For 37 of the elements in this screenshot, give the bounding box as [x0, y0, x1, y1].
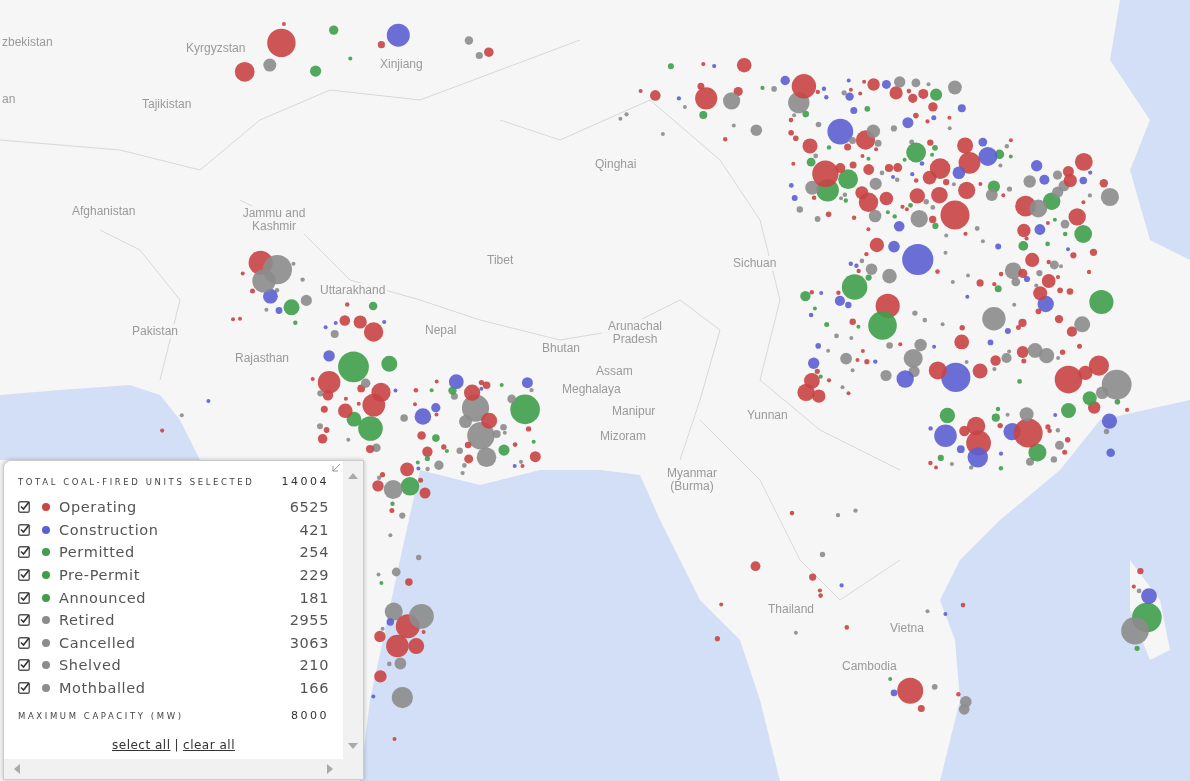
place-label: Meghalaya [560, 382, 623, 397]
legend-title: TOTAL COAL-FIRED UNITS SELECTED [18, 476, 255, 487]
place-label: Afghanistan [70, 204, 138, 219]
status-label: Mothballed [59, 680, 147, 697]
place-label: Nepal [423, 323, 459, 338]
place-label: Jammu and Kashmir [240, 206, 308, 234]
status-count: 254 [299, 544, 329, 561]
clear-all-link[interactable]: clear all [183, 738, 235, 753]
status-label: Pre-Permit [59, 567, 141, 584]
status-label: Announced [59, 589, 148, 606]
link-separator: | [174, 738, 180, 753]
total-count: 14004 [281, 475, 329, 488]
capacity-label: MAXIMUM CAPACITY (MW) [18, 710, 184, 721]
status-label: Retired [59, 612, 117, 629]
status-label: Cancelled [59, 634, 137, 651]
status-count: 6525 [289, 499, 329, 516]
status-count: 210 [299, 657, 329, 674]
place-label: Sichuan [731, 256, 779, 271]
status-count: 2955 [289, 612, 329, 629]
place-label: Qinghai [593, 157, 639, 172]
place-label: Pakistan [130, 324, 181, 339]
status-label: Construction [59, 521, 160, 538]
place-label: Rajasthan [233, 351, 292, 366]
place-label: Tajikistan [140, 97, 194, 112]
place-label: Manipur [610, 404, 658, 419]
capacity-value: 8000 [291, 709, 329, 723]
place-label: Kyrgyzstan [184, 41, 248, 56]
status-count: 421 [299, 521, 329, 538]
status-count: 3063 [289, 634, 329, 651]
status-count: 229 [299, 567, 329, 584]
status-label: Shelved [59, 657, 123, 674]
status-count: 166 [299, 680, 329, 697]
status-label: Permitted [59, 544, 136, 561]
place-label: Xinjiang [378, 57, 425, 72]
status-count: 181 [299, 589, 329, 606]
status-label: Operating [59, 499, 138, 516]
select-all-link[interactable]: select all [112, 738, 171, 753]
